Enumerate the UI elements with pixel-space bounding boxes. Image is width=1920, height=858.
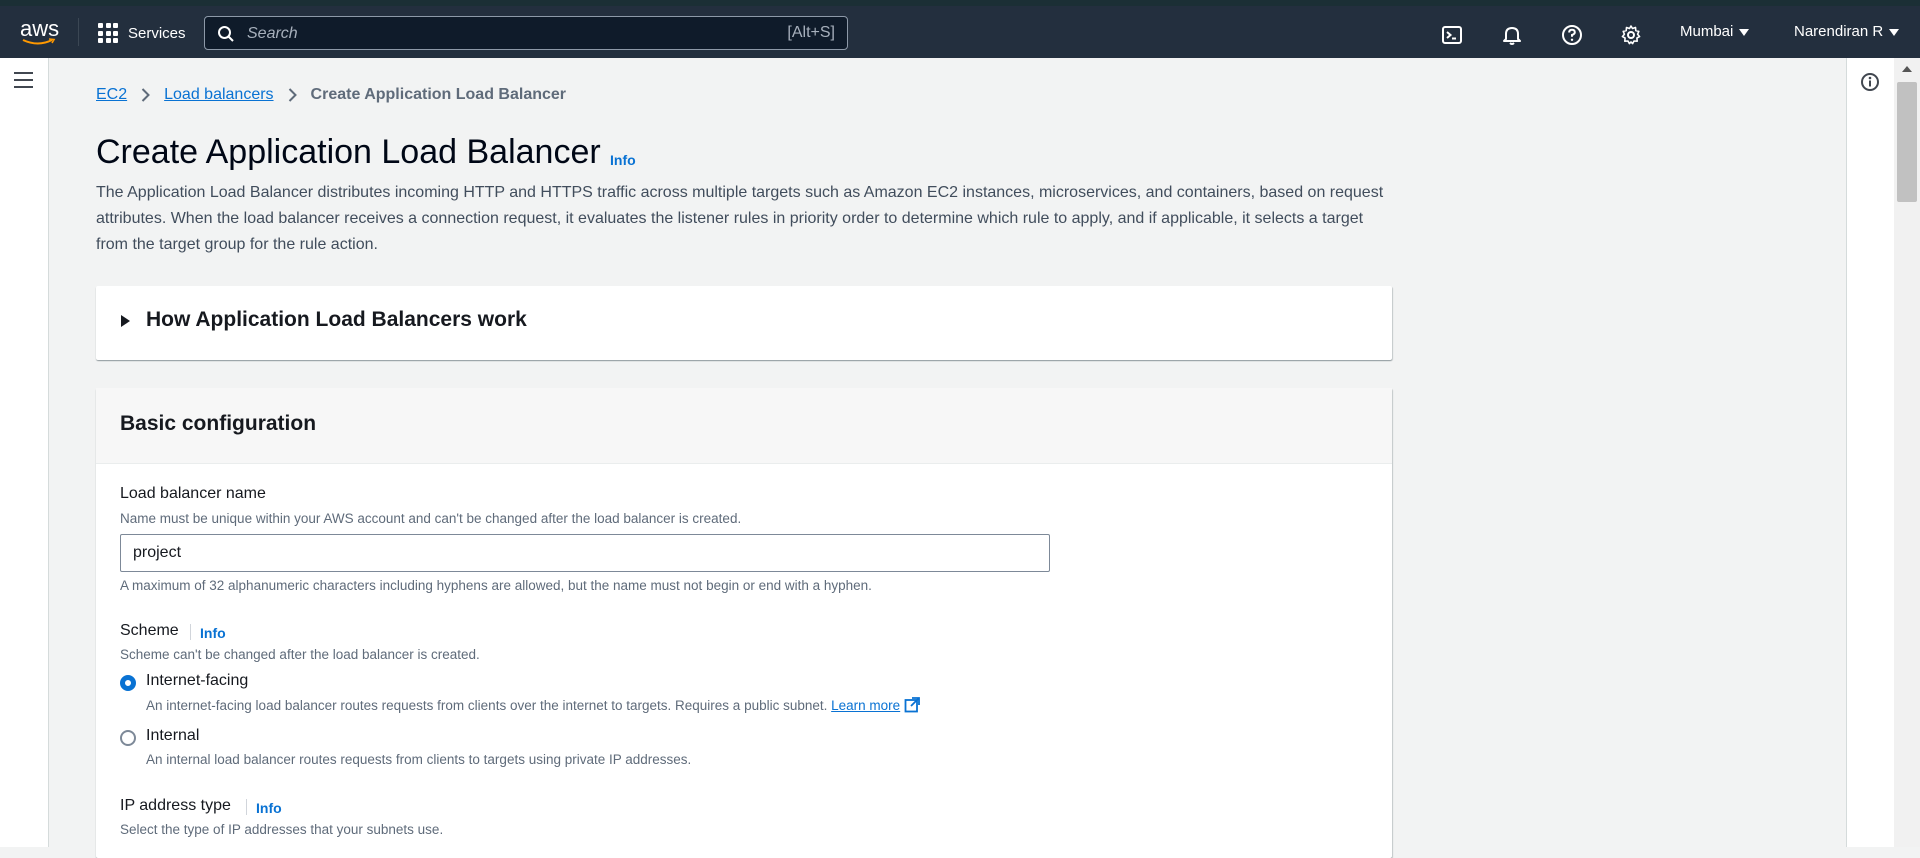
internet-facing-description-text: An internet-facing load balancer routes … xyxy=(146,698,828,713)
user-name: Narendiran R xyxy=(1794,23,1884,40)
aws-logo-text: aws xyxy=(20,16,60,41)
load-balancer-name-constraint: A maximum of 32 alphanumeric characters … xyxy=(120,578,872,593)
scrollbar-thumb[interactable] xyxy=(1897,82,1917,202)
notifications-bell-icon[interactable] xyxy=(1501,24,1523,46)
expand-caret-icon[interactable] xyxy=(121,315,130,327)
region-label: Mumbai xyxy=(1680,23,1734,40)
breadcrumb-chevron-icon xyxy=(141,88,151,102)
account-caret-icon xyxy=(1889,28,1900,36)
region-selector[interactable]: Mumbai xyxy=(1680,23,1750,40)
external-link-icon[interactable] xyxy=(904,697,920,713)
services-grid-icon xyxy=(98,23,118,43)
internet-facing-description: An internet-facing load balancer routes … xyxy=(146,697,920,713)
cloudshell-icon[interactable] xyxy=(1441,24,1463,46)
left-navigation-rail xyxy=(0,58,49,847)
aws-top-navigation: aws Services [Alt+S] xyxy=(0,6,1920,58)
breadcrumb-link-load-balancers[interactable]: Load balancers xyxy=(164,86,273,104)
internet-facing-radio[interactable] xyxy=(120,675,136,691)
internet-facing-label[interactable]: Internet-facing xyxy=(146,672,248,690)
label-info-divider xyxy=(190,624,191,640)
scroll-up-arrow-icon[interactable] xyxy=(1902,66,1912,72)
search-shortcut-hint: [Alt+S] xyxy=(787,24,835,41)
load-balancer-name-field[interactable] xyxy=(120,534,1050,572)
internal-label[interactable]: Internal xyxy=(146,727,199,745)
page-description: The Application Load Balancer distribute… xyxy=(96,184,1384,253)
internal-description: An internal load balancer routes request… xyxy=(146,752,692,767)
page-scrollbar[interactable] xyxy=(1894,58,1920,847)
services-menu-button[interactable]: Services xyxy=(98,22,186,44)
page-title: Create Application Load Balancer xyxy=(96,133,601,171)
aws-logo[interactable]: aws xyxy=(20,18,62,48)
hamburger-menu-icon[interactable] xyxy=(14,72,33,88)
internal-radio[interactable] xyxy=(120,730,136,746)
search-input[interactable] xyxy=(245,21,729,47)
ip-address-type-label: IP address type xyxy=(120,797,231,814)
scheme-label: Scheme xyxy=(120,622,179,639)
breadcrumb-current: Create Application Load Balancer xyxy=(310,86,567,103)
aws-smile-icon xyxy=(22,38,56,45)
breadcrumb: EC2 Load balancers Create Application Lo… xyxy=(96,84,566,106)
search-box[interactable]: [Alt+S] xyxy=(204,16,848,50)
region-caret-icon xyxy=(1739,28,1750,36)
breadcrumb-link-ec2[interactable]: EC2 xyxy=(96,86,127,104)
account-menu[interactable]: Narendiran R xyxy=(1794,23,1900,40)
right-tools-rail xyxy=(1846,58,1895,847)
page-info-link[interactable]: Info xyxy=(610,152,636,168)
basic-configuration-header: Basic configuration xyxy=(96,388,1392,464)
scheme-info-link[interactable]: Info xyxy=(200,625,226,641)
load-balancer-name-label: Load balancer name xyxy=(120,485,266,502)
search-icon xyxy=(218,26,234,42)
ip-address-type-info-link[interactable]: Info xyxy=(256,800,282,816)
label-info-divider xyxy=(246,799,247,815)
services-label: Services xyxy=(128,24,186,42)
how-it-works-expandable-section[interactable]: How Application Load Balancers work xyxy=(96,286,1392,360)
basic-configuration-title: Basic configuration xyxy=(120,412,317,435)
scheme-description: Scheme can't be changed after the load b… xyxy=(120,647,480,662)
how-it-works-title[interactable]: How Application Load Balancers work xyxy=(146,308,527,332)
settings-gear-icon[interactable] xyxy=(1620,24,1642,46)
basic-configuration-panel: Basic configuration Load balancer name N… xyxy=(96,388,1392,858)
ip-address-type-description: Select the type of IP addresses that you… xyxy=(120,822,444,837)
breadcrumb-chevron-icon xyxy=(288,88,297,102)
learn-more-link[interactable]: Learn more xyxy=(831,698,900,713)
load-balancer-name-description: Name must be unique within your AWS acco… xyxy=(120,511,742,526)
help-icon[interactable] xyxy=(1561,24,1583,46)
info-panel-icon[interactable] xyxy=(1860,72,1880,92)
load-balancer-name-input[interactable] xyxy=(131,543,1035,563)
topbar-separator xyxy=(78,18,79,46)
